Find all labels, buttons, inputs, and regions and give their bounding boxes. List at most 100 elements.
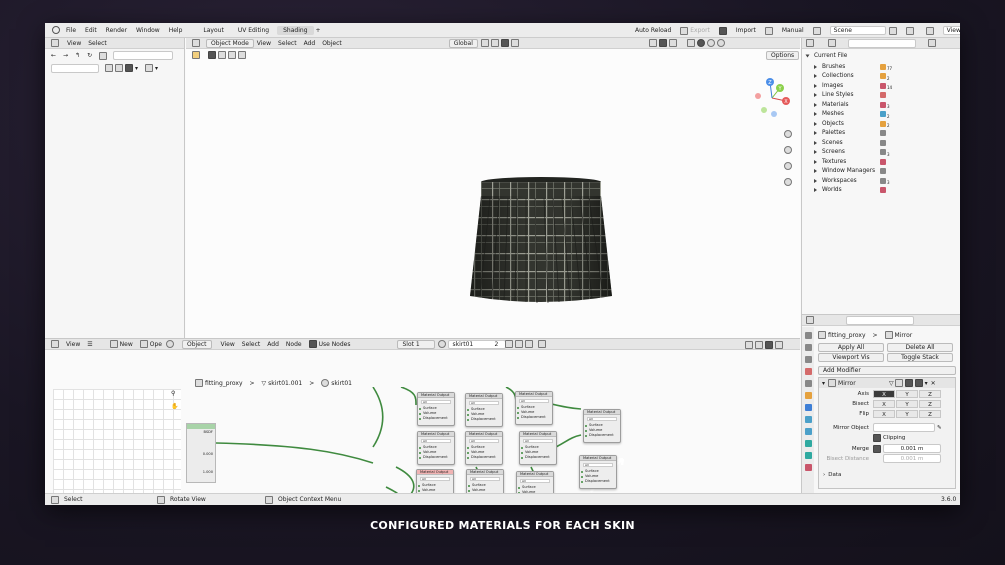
export-button[interactable]: Export: [690, 27, 710, 34]
display-mode-icon[interactable]: [828, 39, 836, 47]
rendered-shading-icon[interactable]: [716, 39, 725, 47]
select-tool-icon[interactable]: [192, 51, 200, 59]
tab-layout[interactable]: Layout: [197, 26, 229, 35]
properties-search-input[interactable]: [846, 315, 914, 325]
expand-icon[interactable]: [814, 159, 817, 164]
clipping-checkbox[interactable]: [873, 434, 881, 442]
bsdf-node-partial[interactable]: BSDF 0.000 1.000: [186, 423, 216, 483]
image-zoom-icon[interactable]: ⚲: [171, 390, 175, 397]
node-title[interactable]: Material Output: [516, 392, 552, 397]
expand-icon[interactable]: [805, 54, 810, 58]
mode-extend-icon[interactable]: [218, 51, 226, 59]
shader-type-dropdown[interactable]: Object: [181, 339, 212, 349]
outliner-editor-type-icon[interactable]: [806, 39, 814, 47]
list-vertical-icon[interactable]: [105, 64, 113, 72]
tool-tab-icon[interactable]: [804, 332, 812, 339]
gizmo-toggle-icon[interactable]: [658, 39, 667, 47]
skirt-model[interactable]: [468, 176, 614, 308]
outliner-item[interactable]: Window Managers: [814, 167, 887, 177]
node-menu-node[interactable]: Node: [286, 341, 302, 348]
cage-icon[interactable]: [894, 379, 903, 387]
properties-editor-type-icon[interactable]: [806, 316, 814, 324]
parent-dir-icon[interactable]: ↰: [75, 52, 80, 59]
unlink-material-icon[interactable]: [525, 340, 534, 348]
node-input-socket[interactable]: Displacement: [580, 479, 616, 484]
expand-icon[interactable]: [814, 102, 817, 107]
view-layer-selector[interactable]: ViewLayer: [942, 26, 960, 35]
data-expand-icon[interactable]: ›: [823, 472, 825, 478]
scene-tab-icon[interactable]: [804, 368, 812, 375]
thumbnails-icon[interactable]: [125, 64, 133, 72]
material-output-node[interactable]: Material OutputAllSurfaceVolumeDisplacem…: [583, 409, 621, 443]
expand-icon[interactable]: [814, 178, 817, 183]
editor-type-icon[interactable]: [51, 39, 59, 47]
flip-z-toggle[interactable]: Z: [919, 410, 941, 418]
toggle-stack-button[interactable]: Toggle Stack: [887, 353, 953, 362]
data-tab-icon[interactable]: [804, 452, 812, 459]
node-target-dropdown[interactable]: All: [470, 477, 500, 481]
outliner-item[interactable]: Worlds: [814, 186, 887, 196]
ortho-grid-icon[interactable]: [784, 178, 792, 186]
outliner-item[interactable]: Collections 2: [814, 72, 890, 82]
bisect-y-toggle[interactable]: Y: [896, 400, 918, 408]
camera-view-icon[interactable]: [784, 162, 792, 170]
gizmo-neg-z[interactable]: [771, 111, 777, 117]
material-output-node[interactable]: Material OutputAllSurfaceVolumeDisplacem…: [465, 431, 503, 465]
scene-selector[interactable]: Scene: [829, 26, 886, 35]
viewport-options-dropdown[interactable]: Options: [766, 51, 800, 60]
material-output-node[interactable]: Material OutputAllSurfaceVolumeDisplacem…: [515, 391, 553, 425]
modifier-menu-icon[interactable]: ▾: [925, 380, 928, 387]
image-pan-hand-icon[interactable]: ✋: [171, 403, 178, 410]
add-workspace-button[interactable]: +: [316, 27, 321, 34]
proportional-edit-icon[interactable]: [510, 39, 519, 47]
list-horizontal-icon[interactable]: [115, 64, 123, 72]
apply-all-button[interactable]: Apply All: [818, 343, 884, 352]
flip-y-toggle[interactable]: Y: [896, 410, 918, 418]
viewport-3d[interactable]: Object Mode View Select Add Object Globa…: [186, 38, 800, 338]
viewport-editor-type-icon[interactable]: [192, 39, 200, 47]
slot-dropdown[interactable]: Slot 1: [397, 339, 436, 349]
node-input-socket[interactable]: Displacement: [520, 455, 556, 460]
sidebar-toggle-icon[interactable]: [775, 341, 783, 349]
pin-icon[interactable]: [538, 340, 547, 348]
file-search-input[interactable]: [51, 63, 99, 73]
mode-intersect-icon[interactable]: [238, 51, 246, 59]
expand-icon[interactable]: [814, 112, 817, 117]
outliner-item[interactable]: Objects 2: [814, 119, 890, 129]
outliner-root[interactable]: Current File: [805, 51, 847, 61]
visibility-icon[interactable]: [648, 39, 657, 47]
node-title[interactable]: Material Output: [584, 410, 620, 415]
node-target-dropdown[interactable]: All: [420, 477, 450, 481]
bisect-z-toggle[interactable]: Z: [919, 400, 941, 408]
snap-node-icon[interactable]: [745, 341, 753, 349]
node-target-dropdown[interactable]: All: [587, 417, 617, 421]
new-scene-icon[interactable]: [888, 26, 897, 35]
file-browser-select-menu[interactable]: Select: [88, 40, 107, 47]
node-title[interactable]: Material Output: [517, 472, 553, 477]
expand-icon[interactable]: [814, 74, 817, 79]
tab-shading[interactable]: Shading: [277, 25, 314, 35]
expand-icon[interactable]: [814, 140, 817, 145]
constraints-tab-icon[interactable]: [804, 440, 812, 447]
output-tab-icon[interactable]: [804, 356, 812, 363]
node-target-dropdown[interactable]: All: [583, 463, 613, 467]
delete-scene-icon[interactable]: [905, 26, 914, 35]
menu-render[interactable]: Render: [106, 27, 127, 34]
expand-icon[interactable]: [814, 169, 817, 174]
material-tab-icon[interactable]: [804, 464, 812, 471]
use-nodes-checkbox[interactable]: [308, 340, 317, 348]
bisect-distance-field[interactable]: 0.001 m: [883, 454, 941, 463]
node-title[interactable]: Material Output: [466, 394, 502, 399]
refresh-icon[interactable]: ↻: [87, 52, 92, 59]
filter-dropdown-icon[interactable]: ▾: [155, 65, 158, 72]
outliner-item[interactable]: Meshes 2: [814, 110, 890, 120]
node-editor-type-icon[interactable]: [165, 340, 174, 348]
viewport-menu-view[interactable]: View: [257, 40, 271, 47]
node-target-dropdown[interactable]: All: [520, 479, 550, 483]
node-target-dropdown[interactable]: All: [421, 439, 451, 443]
delete-all-button[interactable]: Delete All: [887, 343, 953, 352]
open-image-button[interactable]: Ope: [150, 341, 162, 348]
node-input-socket[interactable]: Displacement: [466, 417, 502, 422]
add-modifier-dropdown[interactable]: Add Modifier: [818, 366, 956, 375]
remove-modifier-icon[interactable]: ✕: [931, 380, 936, 387]
